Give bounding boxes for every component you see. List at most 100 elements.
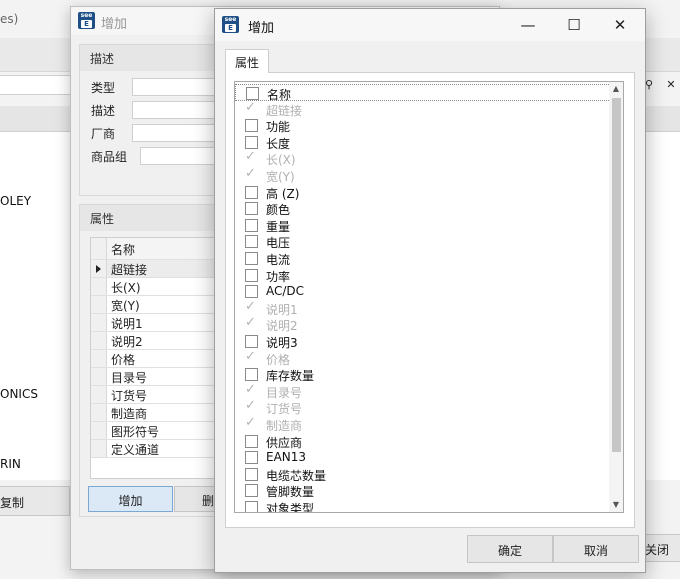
checklist-item[interactable]: 电流: [235, 250, 611, 267]
checklist-item-label: 供应商: [266, 435, 303, 450]
checklist-item[interactable]: 颜色: [235, 200, 611, 217]
checklist-item[interactable]: 功能: [235, 117, 611, 134]
checklist-item[interactable]: 长度: [235, 134, 611, 151]
row-indicator: [91, 278, 107, 295]
current-row-arrow-icon: [96, 265, 101, 273]
checklist-item[interactable]: 高 (Z): [235, 184, 611, 201]
add-dialog: see E 增加 — ☐ ✕ 属性 名称 ✓ 超链接 功能 长度 ✓ 长(X) ✓ 宽(Y) 高 (…: [214, 8, 646, 573]
minimize-icon[interactable]: —: [505, 9, 551, 41]
checkmark-icon: ✓: [245, 99, 256, 115]
table-cell: 目录号: [111, 371, 148, 385]
list-item[interactable]: RIN: [0, 457, 21, 471]
table-cell: 图形符号: [111, 425, 160, 439]
checklist-item-label: 目录号: [266, 385, 303, 400]
checkbox[interactable]: [245, 484, 258, 498]
checkbox[interactable]: [245, 285, 258, 299]
checkbox[interactable]: [245, 451, 258, 465]
checkbox[interactable]: [245, 268, 258, 282]
checkbox[interactable]: [245, 202, 258, 216]
copy-button[interactable]: 复制: [0, 486, 70, 516]
checklist-item[interactable]: 说明3: [235, 333, 611, 350]
row-indicator: [91, 296, 107, 313]
properties-checklist: 名称 ✓ 超链接 功能 长度 ✓ 长(X) ✓ 宽(Y) 高 (Z) 颜色 重量 电压 电流 功率 AC/DC…: [234, 81, 624, 513]
table-row[interactable]: 目录号: [91, 368, 229, 386]
mid-dialog-title: 增加: [101, 17, 128, 32]
checklist-item[interactable]: 重量: [235, 217, 611, 234]
checklist-item[interactable]: 名称: [235, 84, 611, 102]
checkbox[interactable]: [245, 235, 258, 249]
list-item[interactable]: OLEY: [0, 194, 31, 208]
tab-properties[interactable]: 属性: [225, 49, 269, 73]
checklist-item: ✓ 目录号: [235, 381, 611, 400]
checkbox[interactable]: [245, 467, 258, 481]
table-row[interactable]: 制造商: [91, 404, 229, 422]
checklist-item[interactable]: AC/DC: [235, 283, 611, 300]
checklist-item-label: 超链接: [266, 103, 303, 118]
table-row[interactable]: 长(X): [91, 278, 229, 296]
close-icon[interactable]: ✕: [662, 76, 680, 94]
checklist-item-label: 电压: [266, 236, 291, 251]
checkbox[interactable]: [245, 119, 258, 133]
main-search-input[interactable]: [0, 75, 75, 95]
table-row[interactable]: 订货号: [91, 386, 229, 404]
table-row[interactable]: 图形符号: [91, 422, 229, 440]
table-cell: 宽(Y): [111, 299, 140, 313]
add-button-label: 增加: [118, 494, 143, 508]
checkbox[interactable]: [245, 434, 258, 448]
checklist-item-label: EAN13: [266, 450, 307, 465]
checkbox[interactable]: [245, 252, 258, 265]
scrollbar-thumb[interactable]: [612, 98, 621, 452]
vertical-scrollbar[interactable]: ▲ ▼: [609, 82, 623, 512]
checklist-item[interactable]: 电压: [235, 233, 611, 250]
table-row[interactable]: 说明1: [91, 314, 229, 332]
table-row[interactable]: 价格: [91, 350, 229, 368]
table-row[interactable]: 说明2: [91, 332, 229, 350]
ok-button-label: 确定: [497, 544, 522, 558]
checkmark-icon: ✓: [245, 381, 256, 397]
checklist-item[interactable]: EAN13: [235, 449, 611, 466]
table-row[interactable]: 宽(Y): [91, 296, 229, 314]
grid-column-header: 名称: [111, 243, 136, 257]
maximize-icon[interactable]: ☐: [551, 9, 597, 41]
checklist-item[interactable]: 供应商: [235, 433, 611, 450]
table-cell: 超链接: [111, 263, 148, 277]
grid-header: 名称: [91, 238, 229, 260]
row-indicator: [91, 368, 107, 385]
checklist-item-label: 长度: [266, 136, 291, 151]
list-item[interactable]: ONICS: [0, 387, 38, 401]
checklist-item-label: 制造商: [266, 419, 303, 433]
close-icon[interactable]: ✕: [597, 9, 643, 41]
table-row[interactable]: 超链接: [91, 260, 229, 278]
scroll-down-icon[interactable]: ▼: [609, 498, 623, 512]
row-indicator: [91, 386, 107, 403]
type-label: 类型: [91, 81, 116, 95]
row-indicator: [91, 350, 107, 367]
checkbox[interactable]: [245, 501, 258, 512]
main-right-panel: [644, 132, 680, 480]
checklist-item-label: 说明2: [266, 319, 298, 334]
checkbox[interactable]: [245, 218, 258, 232]
checklist-item: ✓ 长(X): [235, 150, 611, 168]
checklist-item[interactable]: 功率: [235, 267, 611, 284]
delete-button-label: 删: [201, 494, 214, 508]
delete-button[interactable]: 删: [174, 486, 219, 512]
table-row[interactable]: 定义通道: [91, 440, 229, 458]
properties-group: 属性 名称 超链接 长(X) 宽(Y) 说明1 说明2 价格 目录号 订货号 制造商 图形符号 定义…: [79, 204, 230, 517]
checklist-item[interactable]: 库存数量: [235, 366, 611, 383]
checkbox[interactable]: [245, 185, 258, 199]
checklist-item-label: 重量: [266, 219, 291, 234]
checklist-item-label: 对象类型: [266, 502, 315, 513]
checklist-item[interactable]: 电缆芯数量: [235, 466, 611, 483]
checkbox[interactable]: [245, 135, 258, 149]
ok-button[interactable]: 确定: [467, 535, 553, 563]
checklist-item[interactable]: 对象类型: [235, 499, 611, 513]
scroll-up-icon[interactable]: ▲: [609, 82, 623, 96]
checklist-item[interactable]: 管脚数量: [235, 482, 611, 499]
cancel-button[interactable]: 取消: [553, 535, 639, 563]
table-cell: 说明1: [111, 317, 143, 331]
checkbox[interactable]: [245, 335, 258, 348]
add-button[interactable]: 增加: [88, 486, 173, 512]
checkbox[interactable]: [246, 87, 259, 100]
manufacturer-label: 厂商: [91, 127, 116, 141]
checkbox[interactable]: [245, 368, 258, 382]
